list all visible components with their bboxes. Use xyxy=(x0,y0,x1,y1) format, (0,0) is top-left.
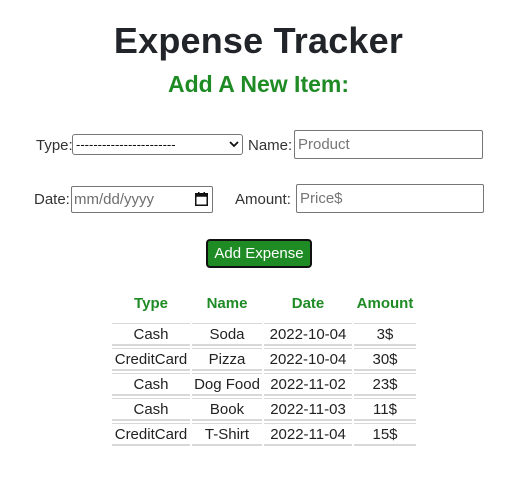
cell-amount: 3$ xyxy=(354,323,416,346)
cell-date: 2022-10-04 xyxy=(264,348,352,371)
expense-table: Type Name Date Amount Cash Soda 2022-10-… xyxy=(110,292,418,448)
cell-type: CreditCard xyxy=(112,423,190,446)
cell-date: 2022-11-02 xyxy=(264,373,352,396)
name-input[interactable]: Product xyxy=(294,130,483,159)
table-header-row: Type Name Date Amount xyxy=(112,294,416,321)
cell-date: 2022-10-04 xyxy=(264,323,352,346)
cell-type: Cash xyxy=(112,323,190,346)
cell-amount: 30$ xyxy=(354,348,416,371)
column-header-date: Date xyxy=(291,295,325,312)
type-label: Type: xyxy=(36,137,73,154)
type-select[interactable]: ----------------------- xyxy=(72,134,243,155)
cell-type: Cash xyxy=(112,373,190,396)
cell-name: Soda xyxy=(192,323,262,346)
column-header-type: Type xyxy=(134,295,168,312)
date-input[interactable]: mm/dd/yyyy xyxy=(71,186,213,213)
cell-name: Dog Food xyxy=(192,373,262,396)
cell-type: CreditCard xyxy=(112,348,190,371)
add-expense-button[interactable]: Add Expense xyxy=(206,239,312,268)
cell-amount: 11$ xyxy=(354,398,416,421)
cell-name: Pizza xyxy=(192,348,262,371)
cell-name: T-Shirt xyxy=(192,423,262,446)
cell-amount: 23$ xyxy=(354,373,416,396)
column-header-amount: Amount xyxy=(356,295,414,312)
cell-date: 2022-11-04 xyxy=(264,423,352,446)
amount-label: Amount: xyxy=(235,191,291,208)
date-label: Date: xyxy=(34,191,70,208)
amount-input[interactable]: Price$ xyxy=(296,184,484,213)
table-row: CreditCard T-Shirt 2022-11-04 15$ xyxy=(112,423,416,446)
cell-date: 2022-11-03 xyxy=(264,398,352,421)
table-row: CreditCard Pizza 2022-10-04 30$ xyxy=(112,348,416,371)
calendar-icon[interactable] xyxy=(195,192,208,206)
date-placeholder: mm/dd/yyyy xyxy=(74,191,155,208)
table-row: Cash Dog Food 2022-11-02 23$ xyxy=(112,373,416,396)
chevron-down-icon xyxy=(229,135,239,154)
cell-amount: 15$ xyxy=(354,423,416,446)
page-title: Expense Tracker xyxy=(113,20,404,61)
table-row: Cash Soda 2022-10-04 3$ xyxy=(112,323,416,346)
cell-type: Cash xyxy=(112,398,190,421)
form-heading: Add A New Item: xyxy=(167,71,350,97)
name-label: Name: xyxy=(248,137,293,154)
table-row: Cash Book 2022-11-03 11$ xyxy=(112,398,416,421)
cell-name: Book xyxy=(192,398,262,421)
type-select-value: ----------------------- xyxy=(76,137,176,152)
column-header-name: Name xyxy=(206,295,248,312)
